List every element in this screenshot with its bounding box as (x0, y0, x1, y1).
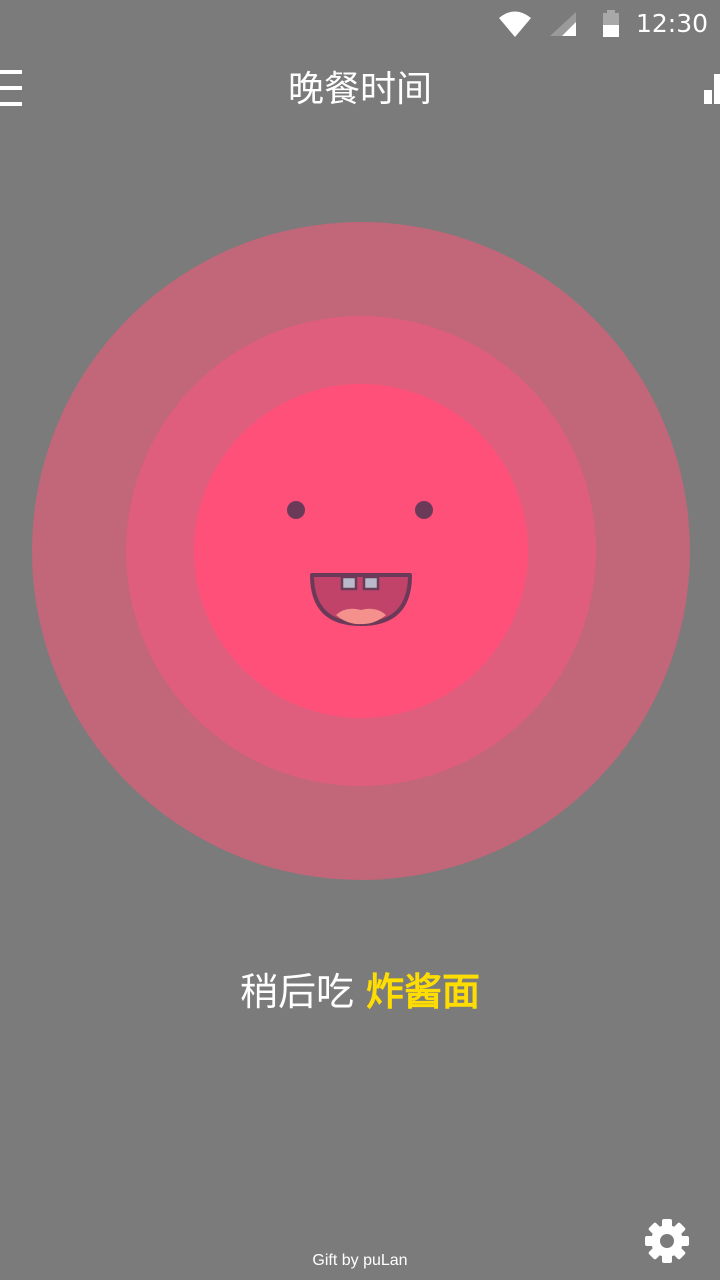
app-bar: 晚餐时间 (0, 48, 720, 132)
gear-icon[interactable] (644, 1218, 690, 1264)
bar-chart-icon[interactable] (702, 72, 720, 104)
smiley-face-icon (287, 501, 433, 626)
dish-name: 炸酱面 (366, 970, 481, 1014)
wifi-icon (499, 11, 531, 37)
screen: 12:30 晚餐时间 稍后吃 炸酱面 Gift by puLan (0, 0, 720, 1280)
result-prefix: 稍后吃 (239, 970, 354, 1014)
meal-result: 稍后吃 炸酱面 (0, 966, 720, 1018)
page-title: 晚餐时间 (287, 69, 432, 110)
status-bar: 12:30 (0, 0, 720, 48)
signal-icon (550, 12, 576, 36)
credit-text: Gift by puLan (312, 1252, 408, 1269)
clock-time: 12:30 (636, 9, 709, 38)
battery-icon (603, 10, 619, 37)
